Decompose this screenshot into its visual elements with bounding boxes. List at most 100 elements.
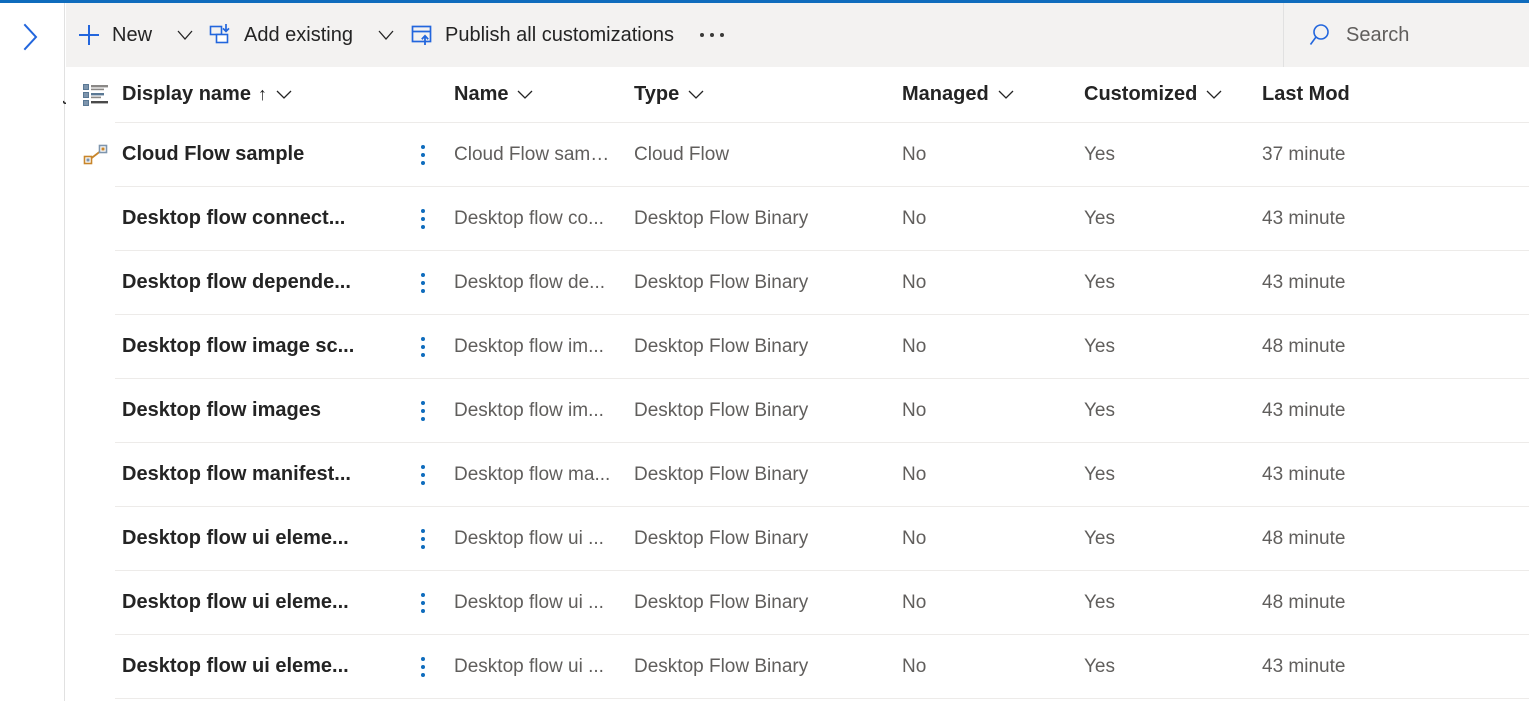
chevron-right-icon[interactable] bbox=[14, 17, 48, 57]
column-chevron-down-icon[interactable] bbox=[517, 90, 533, 100]
ellipsis-icon[interactable] bbox=[692, 13, 732, 57]
table-row[interactable]: Desktop flow manifest... Desktop flow ma.… bbox=[66, 443, 1529, 507]
kebab-dot bbox=[421, 153, 425, 157]
column-header-managed[interactable]: Managed bbox=[902, 83, 1084, 106]
cell-display-name[interactable]: Cloud Flow sample bbox=[122, 143, 398, 166]
table-row[interactable]: Cloud Flow sampleCloud Flow samp...Cloud… bbox=[66, 123, 1529, 187]
cell-name: Desktop flow co... bbox=[454, 208, 634, 230]
column-header-customized[interactable]: Customized bbox=[1084, 83, 1262, 106]
cell-customized: Yes bbox=[1084, 208, 1262, 230]
column-chevron-down-icon[interactable] bbox=[688, 90, 704, 100]
cell-row-menu[interactable] bbox=[398, 522, 454, 556]
customized-text: Yes bbox=[1084, 144, 1250, 166]
table-row[interactable]: Desktop flow ui eleme...Desktop flow ui … bbox=[66, 571, 1529, 635]
cell-display-name[interactable]: Desktop flow image sc... bbox=[122, 335, 398, 358]
cell-row-menu[interactable] bbox=[398, 394, 454, 428]
column-header-name[interactable]: Name bbox=[454, 83, 634, 106]
table-row[interactable]: Desktop flow image sc...Desktop flow im.… bbox=[66, 315, 1529, 379]
column-label-text: Display name bbox=[122, 83, 251, 106]
cell-display-name[interactable]: Desktop flow ui eleme... bbox=[122, 591, 398, 614]
column-header-last-modified[interactable]: Last Mod bbox=[1262, 83, 1472, 106]
cell-row-menu[interactable] bbox=[398, 266, 454, 300]
column-header-last-modified-label: Last Mod bbox=[1262, 83, 1350, 106]
customized-text: Yes bbox=[1084, 336, 1250, 358]
left-rail: Objects bbox=[0, 3, 65, 701]
kebab-menu-icon[interactable] bbox=[411, 202, 435, 236]
cell-last-modified: 43 minute bbox=[1262, 400, 1472, 422]
publish-all-customizations-button[interactable]: Publish all customizations bbox=[399, 13, 684, 57]
cell-display-name[interactable]: Desktop flow ui eleme... bbox=[122, 655, 398, 678]
cell-name: Desktop flow de... bbox=[454, 272, 634, 294]
cell-type: Desktop Flow Binary bbox=[634, 592, 902, 614]
cell-row-menu[interactable] bbox=[398, 138, 454, 172]
table-row[interactable]: Desktop flow connect... Desktop flow co..… bbox=[66, 187, 1529, 251]
cell-type: Desktop Flow Binary bbox=[634, 656, 902, 678]
kebab-dot bbox=[421, 225, 425, 229]
cell-name: Desktop flow ma... bbox=[454, 464, 634, 486]
managed-text: No bbox=[902, 592, 1072, 614]
cell-display-name[interactable]: Desktop flow ui eleme... bbox=[122, 527, 398, 550]
kebab-menu-icon[interactable] bbox=[411, 458, 435, 492]
type-text: Desktop Flow Binary bbox=[634, 656, 892, 678]
column-chevron-down-icon[interactable] bbox=[998, 90, 1014, 100]
column-header-type[interactable]: Type bbox=[634, 83, 902, 106]
column-label-text: Type bbox=[634, 83, 679, 106]
managed-text: No bbox=[902, 528, 1072, 550]
cell-display-name[interactable]: Desktop flow depende... bbox=[122, 271, 398, 294]
kebab-dot bbox=[421, 529, 425, 533]
cell-customized: Yes bbox=[1084, 464, 1262, 486]
column-chevron-down-icon[interactable] bbox=[1206, 90, 1222, 100]
display-name-text: Desktop flow ui eleme... bbox=[122, 527, 358, 550]
cell-type: Desktop Flow Binary bbox=[634, 400, 902, 422]
column-header-display-name[interactable]: Display name ↑ bbox=[122, 83, 398, 106]
table-row[interactable]: Desktop flow imagesDesktop flow im...Des… bbox=[66, 379, 1529, 443]
table-row[interactable]: Desktop flow ui eleme... Desktop flow ui … bbox=[66, 507, 1529, 571]
search-input[interactable]: Search bbox=[1283, 3, 1529, 67]
customized-text: Yes bbox=[1084, 656, 1250, 678]
cell-row-menu[interactable] bbox=[398, 330, 454, 364]
kebab-dot bbox=[421, 537, 425, 541]
column-header-icon[interactable] bbox=[66, 83, 122, 107]
cell-row-menu[interactable] bbox=[398, 650, 454, 684]
kebab-menu-icon[interactable] bbox=[411, 266, 435, 300]
kebab-menu-icon[interactable] bbox=[411, 522, 435, 556]
kebab-dot bbox=[421, 481, 425, 485]
cell-row-menu[interactable] bbox=[398, 586, 454, 620]
cell-customized: Yes bbox=[1084, 272, 1262, 294]
kebab-dot bbox=[421, 545, 425, 549]
table-row[interactable]: Desktop flow depende... Desktop flow de..… bbox=[66, 251, 1529, 315]
kebab-dot bbox=[421, 337, 425, 341]
cell-row-menu[interactable] bbox=[398, 458, 454, 492]
column-chevron-down-icon[interactable] bbox=[276, 90, 292, 100]
customized-text: Yes bbox=[1084, 208, 1250, 230]
table-row[interactable]: Desktop flow ui eleme...Desktop flow ui … bbox=[66, 635, 1529, 699]
new-button[interactable]: New bbox=[66, 13, 162, 57]
kebab-menu-icon[interactable] bbox=[411, 330, 435, 364]
customized-text: Yes bbox=[1084, 592, 1250, 614]
grid-header-row: Display name ↑ Name bbox=[66, 67, 1529, 123]
column-header-managed-label: Managed bbox=[902, 83, 1014, 106]
last-modified-text: 48 minute bbox=[1262, 528, 1462, 550]
kebab-menu-icon[interactable] bbox=[411, 650, 435, 684]
cell-display-name[interactable]: Desktop flow connect... bbox=[122, 207, 398, 230]
kebab-menu-icon[interactable] bbox=[411, 394, 435, 428]
kebab-menu-icon[interactable] bbox=[411, 586, 435, 620]
name-text: Cloud Flow samp... bbox=[454, 144, 616, 166]
type-text: Desktop Flow Binary bbox=[634, 464, 892, 486]
add-existing-chevron-down-icon[interactable] bbox=[373, 22, 399, 48]
display-name-text: Desktop flow connect... bbox=[122, 207, 358, 230]
cell-last-modified: 43 minute bbox=[1262, 464, 1472, 486]
managed-text: No bbox=[902, 144, 1072, 166]
cell-row-menu[interactable] bbox=[398, 202, 454, 236]
cell-name: Desktop flow ui ... bbox=[454, 528, 634, 550]
name-text: Desktop flow ma... bbox=[454, 464, 616, 486]
kebab-dot bbox=[421, 281, 425, 285]
cell-last-modified: 48 minute bbox=[1262, 336, 1472, 358]
objects-grid: Display name ↑ Name bbox=[66, 67, 1529, 701]
cell-display-name[interactable]: Desktop flow manifest... bbox=[122, 463, 398, 486]
cell-display-name[interactable]: Desktop flow images bbox=[122, 399, 398, 422]
kebab-dot bbox=[421, 673, 425, 677]
new-chevron-down-icon[interactable] bbox=[172, 22, 198, 48]
add-existing-button[interactable]: Add existing bbox=[198, 13, 363, 57]
kebab-menu-icon[interactable] bbox=[411, 138, 435, 172]
